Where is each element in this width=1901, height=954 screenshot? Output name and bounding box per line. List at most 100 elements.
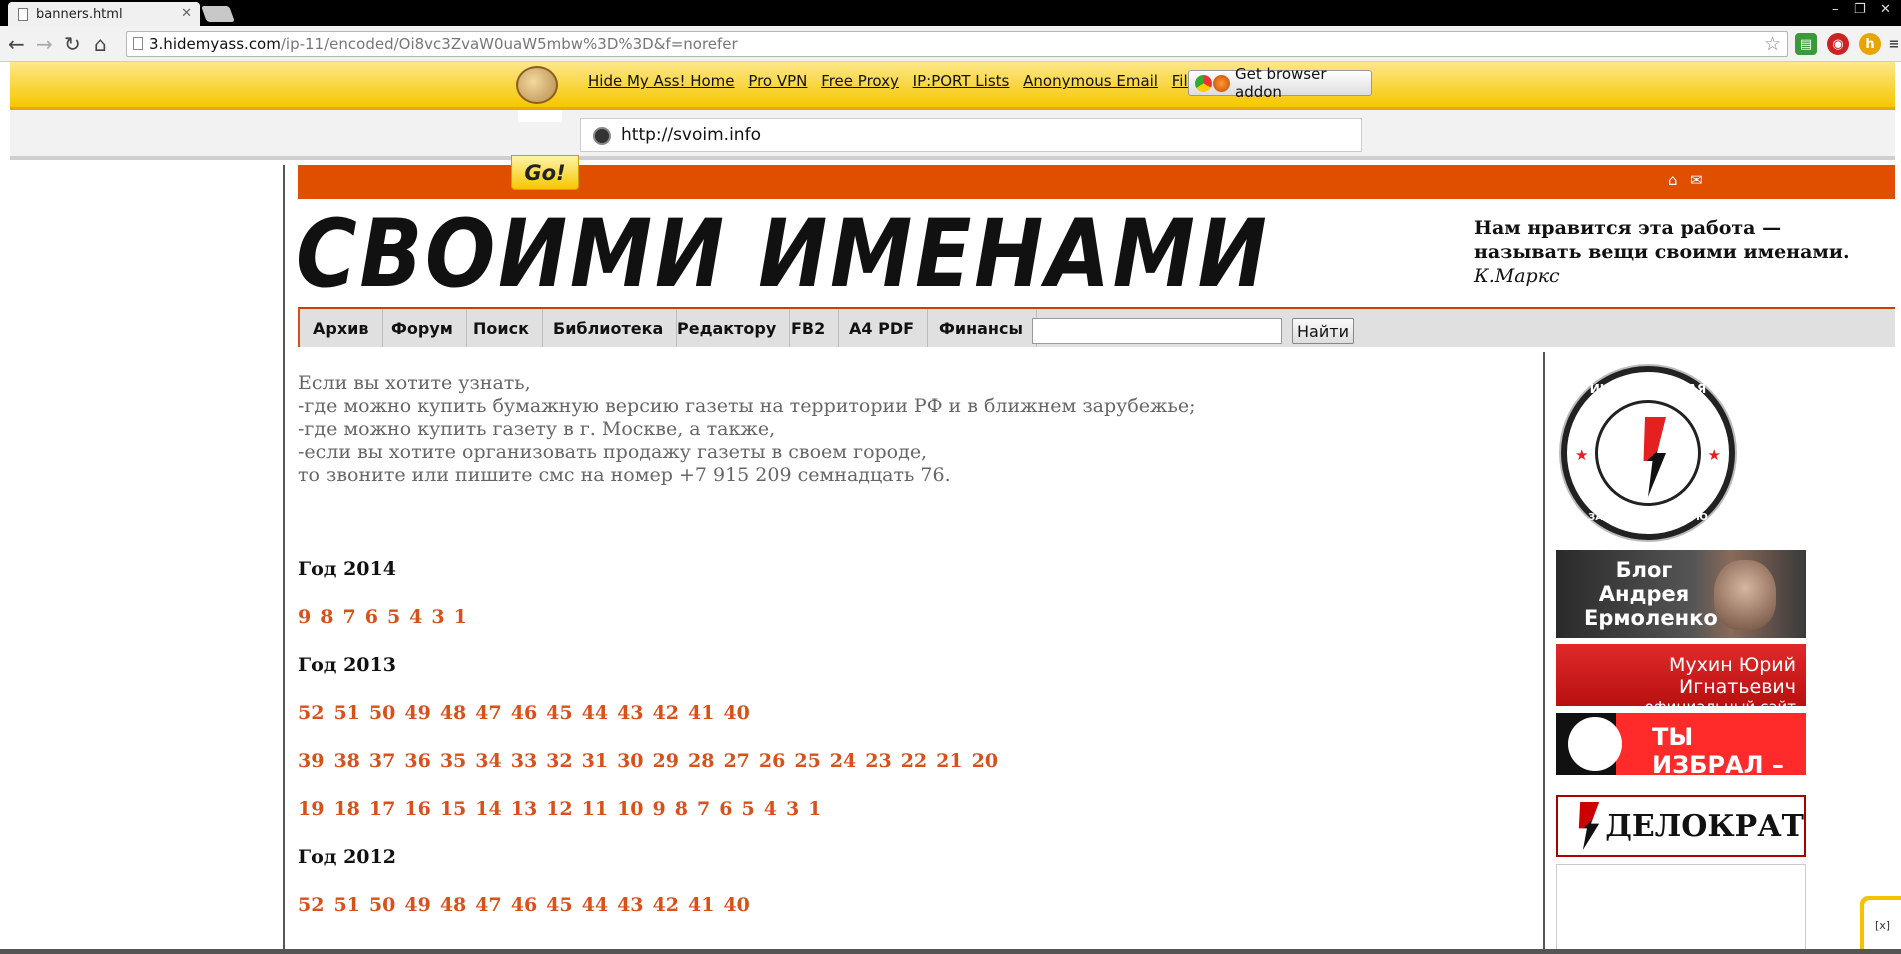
issue-link[interactable]: 33 <box>511 750 537 772</box>
close-window-icon[interactable]: ✕ <box>1880 2 1891 17</box>
issue-link[interactable]: 12 <box>546 798 572 820</box>
issue-link[interactable]: 49 <box>404 894 430 916</box>
issue-link[interactable]: 6 <box>365 606 378 628</box>
menu-item-finances[interactable]: Финансы <box>926 309 1037 347</box>
issue-link[interactable]: 16 <box>404 798 430 820</box>
link-free-proxy[interactable]: Free Proxy <box>821 72 899 90</box>
restore-icon[interactable]: ❐ <box>1854 2 1866 17</box>
issue-link[interactable]: 47 <box>475 702 501 724</box>
issue-link[interactable]: 27 <box>723 750 749 772</box>
link-anonymous-email[interactable]: Anonymous Email <box>1023 72 1158 90</box>
issue-link[interactable]: 22 <box>901 750 927 772</box>
issue-link[interactable]: 48 <box>440 702 466 724</box>
issue-link[interactable]: 18 <box>333 798 359 820</box>
issue-link[interactable]: 28 <box>688 750 714 772</box>
issue-link[interactable]: 40 <box>723 894 749 916</box>
issue-link[interactable]: 26 <box>759 750 785 772</box>
issue-link[interactable]: 47 <box>475 894 501 916</box>
search-button[interactable]: Найти <box>1292 318 1354 344</box>
issue-link[interactable]: 43 <box>617 702 643 724</box>
issue-link[interactable]: 8 <box>320 606 333 628</box>
home-icon[interactable]: ⌂ <box>1668 171 1678 189</box>
new-tab-button[interactable] <box>201 6 235 22</box>
extension-green-icon[interactable]: ▤ <box>1795 33 1817 55</box>
menu-item-library[interactable]: Библиотека <box>540 309 678 347</box>
issue-link[interactable]: 21 <box>936 750 962 772</box>
issue-link[interactable]: 49 <box>404 702 430 724</box>
menu-icon[interactable]: ≡ <box>1887 33 1901 55</box>
menu-item-fb2[interactable]: FB2 <box>778 309 840 347</box>
address-bar[interactable]: 3.hidemyass.com /ip-11/encoded/Oi8vc3Zva… <box>126 31 1788 57</box>
issue-link[interactable]: 41 <box>688 894 714 916</box>
issue-link[interactable]: 50 <box>369 894 395 916</box>
bookmark-star-icon[interactable]: ☆ <box>1764 33 1781 55</box>
extension-hma-icon[interactable]: h <box>1859 33 1881 55</box>
issue-link[interactable]: 36 <box>404 750 430 772</box>
issue-link[interactable]: 25 <box>794 750 820 772</box>
issue-link[interactable]: 31 <box>582 750 608 772</box>
get-browser-addon-button[interactable]: Get browser addon <box>1188 65 1372 101</box>
menu-item-search[interactable]: Поиск <box>460 309 543 347</box>
issue-link[interactable]: 24 <box>830 750 856 772</box>
issue-link[interactable]: 40 <box>723 702 749 724</box>
issue-link[interactable]: 5 <box>387 606 400 628</box>
you-chose-banner[interactable]: ТЫ ИЗБРАЛ – <box>1556 713 1806 779</box>
issue-link[interactable]: 3 <box>431 606 444 628</box>
issue-link[interactable]: 13 <box>511 798 537 820</box>
issue-link[interactable]: 52 <box>298 894 324 916</box>
delokrat-banner[interactable]: ДЕЛОКРАТ <box>1556 795 1806 857</box>
issue-link[interactable]: 38 <box>333 750 359 772</box>
issue-link[interactable]: 1 <box>808 798 821 820</box>
issue-link[interactable]: 3 <box>786 798 799 820</box>
home-icon[interactable]: ⌂ <box>94 32 107 56</box>
issue-link[interactable]: 43 <box>617 894 643 916</box>
issue-link[interactable]: 30 <box>617 750 643 772</box>
issue-link[interactable]: 44 <box>582 894 608 916</box>
proxy-url-input[interactable]: http://svoim.info <box>580 118 1362 152</box>
issue-link[interactable]: 1 <box>454 606 467 628</box>
issue-link[interactable]: 10 <box>617 798 643 820</box>
issue-link[interactable]: 42 <box>653 702 679 724</box>
issue-link[interactable]: 50 <box>369 702 395 724</box>
issue-link[interactable]: 52 <box>298 702 324 724</box>
issue-link[interactable]: 9 <box>653 798 666 820</box>
hma-donkey-logo[interactable] <box>516 66 558 104</box>
issue-link[interactable]: 9 <box>298 606 311 628</box>
blog-ermolenko-banner[interactable]: Блог Андрея Ермоленко <box>1556 550 1806 638</box>
issue-link[interactable]: 19 <box>298 798 324 820</box>
issue-link[interactable]: 42 <box>653 894 679 916</box>
issue-link[interactable]: 45 <box>546 702 572 724</box>
link-ip-port-lists[interactable]: IP:PORT Lists <box>913 72 1010 90</box>
link-pro-vpn[interactable]: Pro VPN <box>748 72 807 90</box>
issue-link[interactable]: 39 <box>298 750 324 772</box>
go-button[interactable]: Go! <box>511 155 579 190</box>
link-hma-home[interactable]: Hide My Ass! Home <box>588 72 735 90</box>
initiative-group-badge[interactable]: ИНИЦИАТИВНАЯ ГРУППА ★ ★ ЗА ОТВЕТСТВЕННУЮ… <box>1561 366 1735 540</box>
menu-item-a4-pdf[interactable]: A4 PDF <box>836 309 929 347</box>
mukhin-site-banner[interactable]: Мухин Юрий Игнатьевич официальный сайт <box>1556 644 1806 716</box>
site-search-input[interactable] <box>1032 318 1282 344</box>
forward-icon[interactable]: → <box>36 32 53 56</box>
issue-link[interactable]: 15 <box>440 798 466 820</box>
issue-link[interactable]: 48 <box>440 894 466 916</box>
issue-link[interactable]: 37 <box>369 750 395 772</box>
issue-link[interactable]: 46 <box>511 894 537 916</box>
issue-link[interactable]: 4 <box>409 606 422 628</box>
extension-red-icon[interactable]: ◉ <box>1827 33 1849 55</box>
issue-link[interactable]: 51 <box>333 702 359 724</box>
issue-link[interactable]: 32 <box>546 750 572 772</box>
issue-link[interactable]: 7 <box>697 798 710 820</box>
site-logo[interactable]: СВОИМИ ИМЕНАМИ <box>296 200 1269 309</box>
issue-link[interactable]: 29 <box>653 750 679 772</box>
issue-link[interactable]: 4 <box>764 798 777 820</box>
issue-link[interactable]: 8 <box>675 798 688 820</box>
issue-link[interactable]: 20 <box>972 750 998 772</box>
issue-link[interactable]: 7 <box>342 606 355 628</box>
menu-item-forum[interactable]: Форум <box>378 309 467 347</box>
issue-link[interactable]: 51 <box>333 894 359 916</box>
menu-item-editor[interactable]: Редактору <box>664 309 791 347</box>
issue-link[interactable]: 35 <box>440 750 466 772</box>
issue-link[interactable]: 11 <box>582 798 608 820</box>
hma-corner-widget[interactable]: [x] <box>1860 896 1901 954</box>
issue-link[interactable]: 23 <box>865 750 891 772</box>
